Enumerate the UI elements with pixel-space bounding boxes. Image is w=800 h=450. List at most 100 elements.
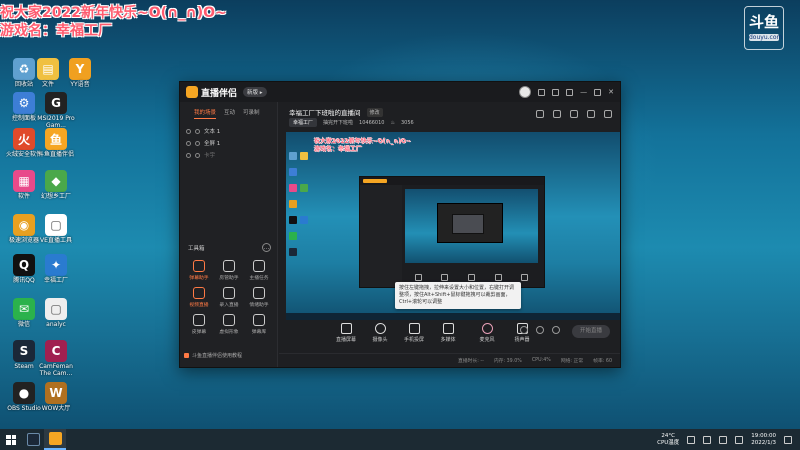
eye-icon[interactable] [186,128,191,134]
microphone-button[interactable]: 麦克风 [470,323,504,343]
desktop-icon[interactable]: Y YY语音 [58,58,102,88]
scene-label: 文本 1 [204,129,221,135]
tab-my-scenes[interactable]: 我的场景 [194,108,217,119]
desktop-app-icon: S [13,340,35,362]
desktop-icon[interactable]: ▢ analyc [34,298,78,328]
toolbox-grid: 弹幕助手 房管助手 主播任务视频直播 录入直播 情绪助手皮弹幕 虚拟形象 弹幕库 [184,260,274,335]
tool-label: 房管助手 [219,276,239,281]
record-icon[interactable] [520,326,528,334]
scene-item[interactable]: 全屏 1 [186,137,271,149]
eye-icon[interactable] [186,140,191,146]
app-name: 直播伴侣 [201,88,238,99]
lock-icon[interactable] [195,140,200,146]
desktop-icon[interactable]: W WOW大厅 [34,382,78,412]
desktop-icon[interactable]: ✦ 幸福工厂 [34,254,78,284]
tool-item[interactable]: 情绪助手 [244,287,274,308]
chevron-up-icon[interactable] [687,435,696,444]
tool-item[interactable]: 视频直播 [184,287,214,308]
gift-icon[interactable] [536,110,544,118]
preview-desktop-icon [289,152,297,160]
tool-item[interactable]: 主播任务 [244,260,274,281]
more-tools-icon[interactable]: … [262,243,271,252]
tool-label: 皮弹幕 [191,330,207,335]
avatar[interactable] [519,86,532,98]
tool-label: 录入直播 [219,303,239,308]
input-method-icon[interactable] [735,435,744,444]
stream-preview[interactable]: 祝大家2022新年快乐~O(∩_∩)O~ 游戏名：幸福工厂 按住左键拖拽，拉伸来… [286,132,620,320]
desktop-icon-label: 斗鱼直播伴侣 [37,151,74,158]
view-icon[interactable] [536,326,544,334]
preview-desktop-icon [300,152,308,160]
weather-widget[interactable]: 24°C CPU温度 [657,433,679,447]
desktop-icon[interactable]: ▢ VE直播工具 [34,214,78,244]
tool-item[interactable]: 虚拟形象 [214,314,244,335]
desktop-icon[interactable]: 鱼斗鱼直播伴侣 [34,128,78,158]
toolbox-title: 工具箱 [188,245,205,252]
tool-item[interactable]: 弹幕库 [244,314,274,335]
desktop-icon[interactable]: G MSI2019 Pro Gam... [34,92,78,129]
tool-icon [253,260,265,272]
minimize-icon[interactable]: — [580,88,587,96]
start-button[interactable] [0,429,22,450]
desktop-app-icon: ● [13,382,35,404]
control-bar: 直播屏幕 摄像头 手机投屏 多媒体 麦克风 扬声器 开始直播 [279,321,620,351]
scene-item[interactable]: 卡宇 [186,149,271,161]
tool-item[interactable]: 皮弹幕 [184,314,214,335]
bell-icon[interactable] [587,110,595,118]
preview-taskbar [286,313,620,320]
notification-icon[interactable] [784,435,792,444]
volume-icon[interactable] [719,435,728,444]
edit-title-button[interactable]: 修改 [366,107,383,117]
hot-count: 3056 [400,119,414,126]
app-logo: 直播伴侣 [186,86,237,99]
share-icon[interactable] [604,110,612,118]
tool-item[interactable]: 房管助手 [214,260,244,281]
shop-icon[interactable] [553,110,561,118]
eye-icon[interactable] [186,152,191,158]
desktop-icon-label: VE直播工具 [40,237,72,244]
camera-button[interactable]: 摄像头 [363,323,397,343]
desktop-app-icon: ▢ [45,214,67,236]
tab-recordable[interactable]: 可录制 [243,108,260,119]
preview-tooltip: 按住左键拖拽，拉伸来设置大小和位置，右键打开调整项，按住Alt+Shift+鼠标… [395,282,521,309]
start-stream-button[interactable]: 开始直播 [572,325,610,338]
category-button[interactable]: 幸福工厂 [289,118,318,127]
nested-control-icon [521,274,529,281]
tutorial-link[interactable]: 斗鱼直播伴侣使用教程 [184,352,242,359]
screen-capture-button[interactable]: 直播屏幕 [329,323,363,343]
maximize-icon[interactable] [594,88,602,96]
close-icon[interactable]: ✕ [608,88,614,96]
network-icon[interactable] [703,435,712,444]
message-icon[interactable] [538,88,546,96]
media-button[interactable]: 多媒体 [431,323,465,343]
preview-desktop-icon [300,184,308,192]
settings-icon[interactable] [566,88,574,96]
taskbar-live-companion[interactable] [44,429,66,450]
tool-icon [193,260,205,272]
desktop-icon[interactable]: ◆ 幻想乡工厂 [34,170,78,200]
fans-icon[interactable] [570,110,578,118]
nested-control-icon [467,274,475,281]
scene-list: 文本 1 全屏 1 卡宇 [180,123,277,163]
tab-interact[interactable]: 互动 [224,108,235,119]
scene-label: 卡宇 [204,153,216,159]
desktop-app-icon: ◉ [13,214,35,236]
phone-cast-button[interactable]: 手机投屏 [397,323,431,343]
tool-item[interactable]: 录入直播 [214,287,244,308]
control-label: 手机投屏 [403,337,424,343]
scene-item[interactable]: 文本 1 [186,125,271,137]
windows-taskbar: 24°C CPU温度 19:00:00 2022/1/3 [0,429,800,450]
desktop-icon[interactable]: C CamFeman The Cam... [34,340,78,377]
skin-icon[interactable] [552,88,560,96]
tool-icon [193,314,205,326]
clock[interactable]: 19:00:00 2022/1/3 [751,433,776,447]
control-label: 多媒体 [440,337,456,343]
taskbar-steam[interactable] [22,429,44,450]
tool-item[interactable]: 弹幕助手 [184,260,214,281]
lock-icon[interactable] [195,152,200,158]
gear-icon[interactable] [552,326,560,334]
lock-icon[interactable] [195,128,200,134]
control-label: 直播屏幕 [335,337,356,343]
version-pill[interactable]: 新版 ▸ [243,87,267,97]
phone-icon [408,323,420,334]
